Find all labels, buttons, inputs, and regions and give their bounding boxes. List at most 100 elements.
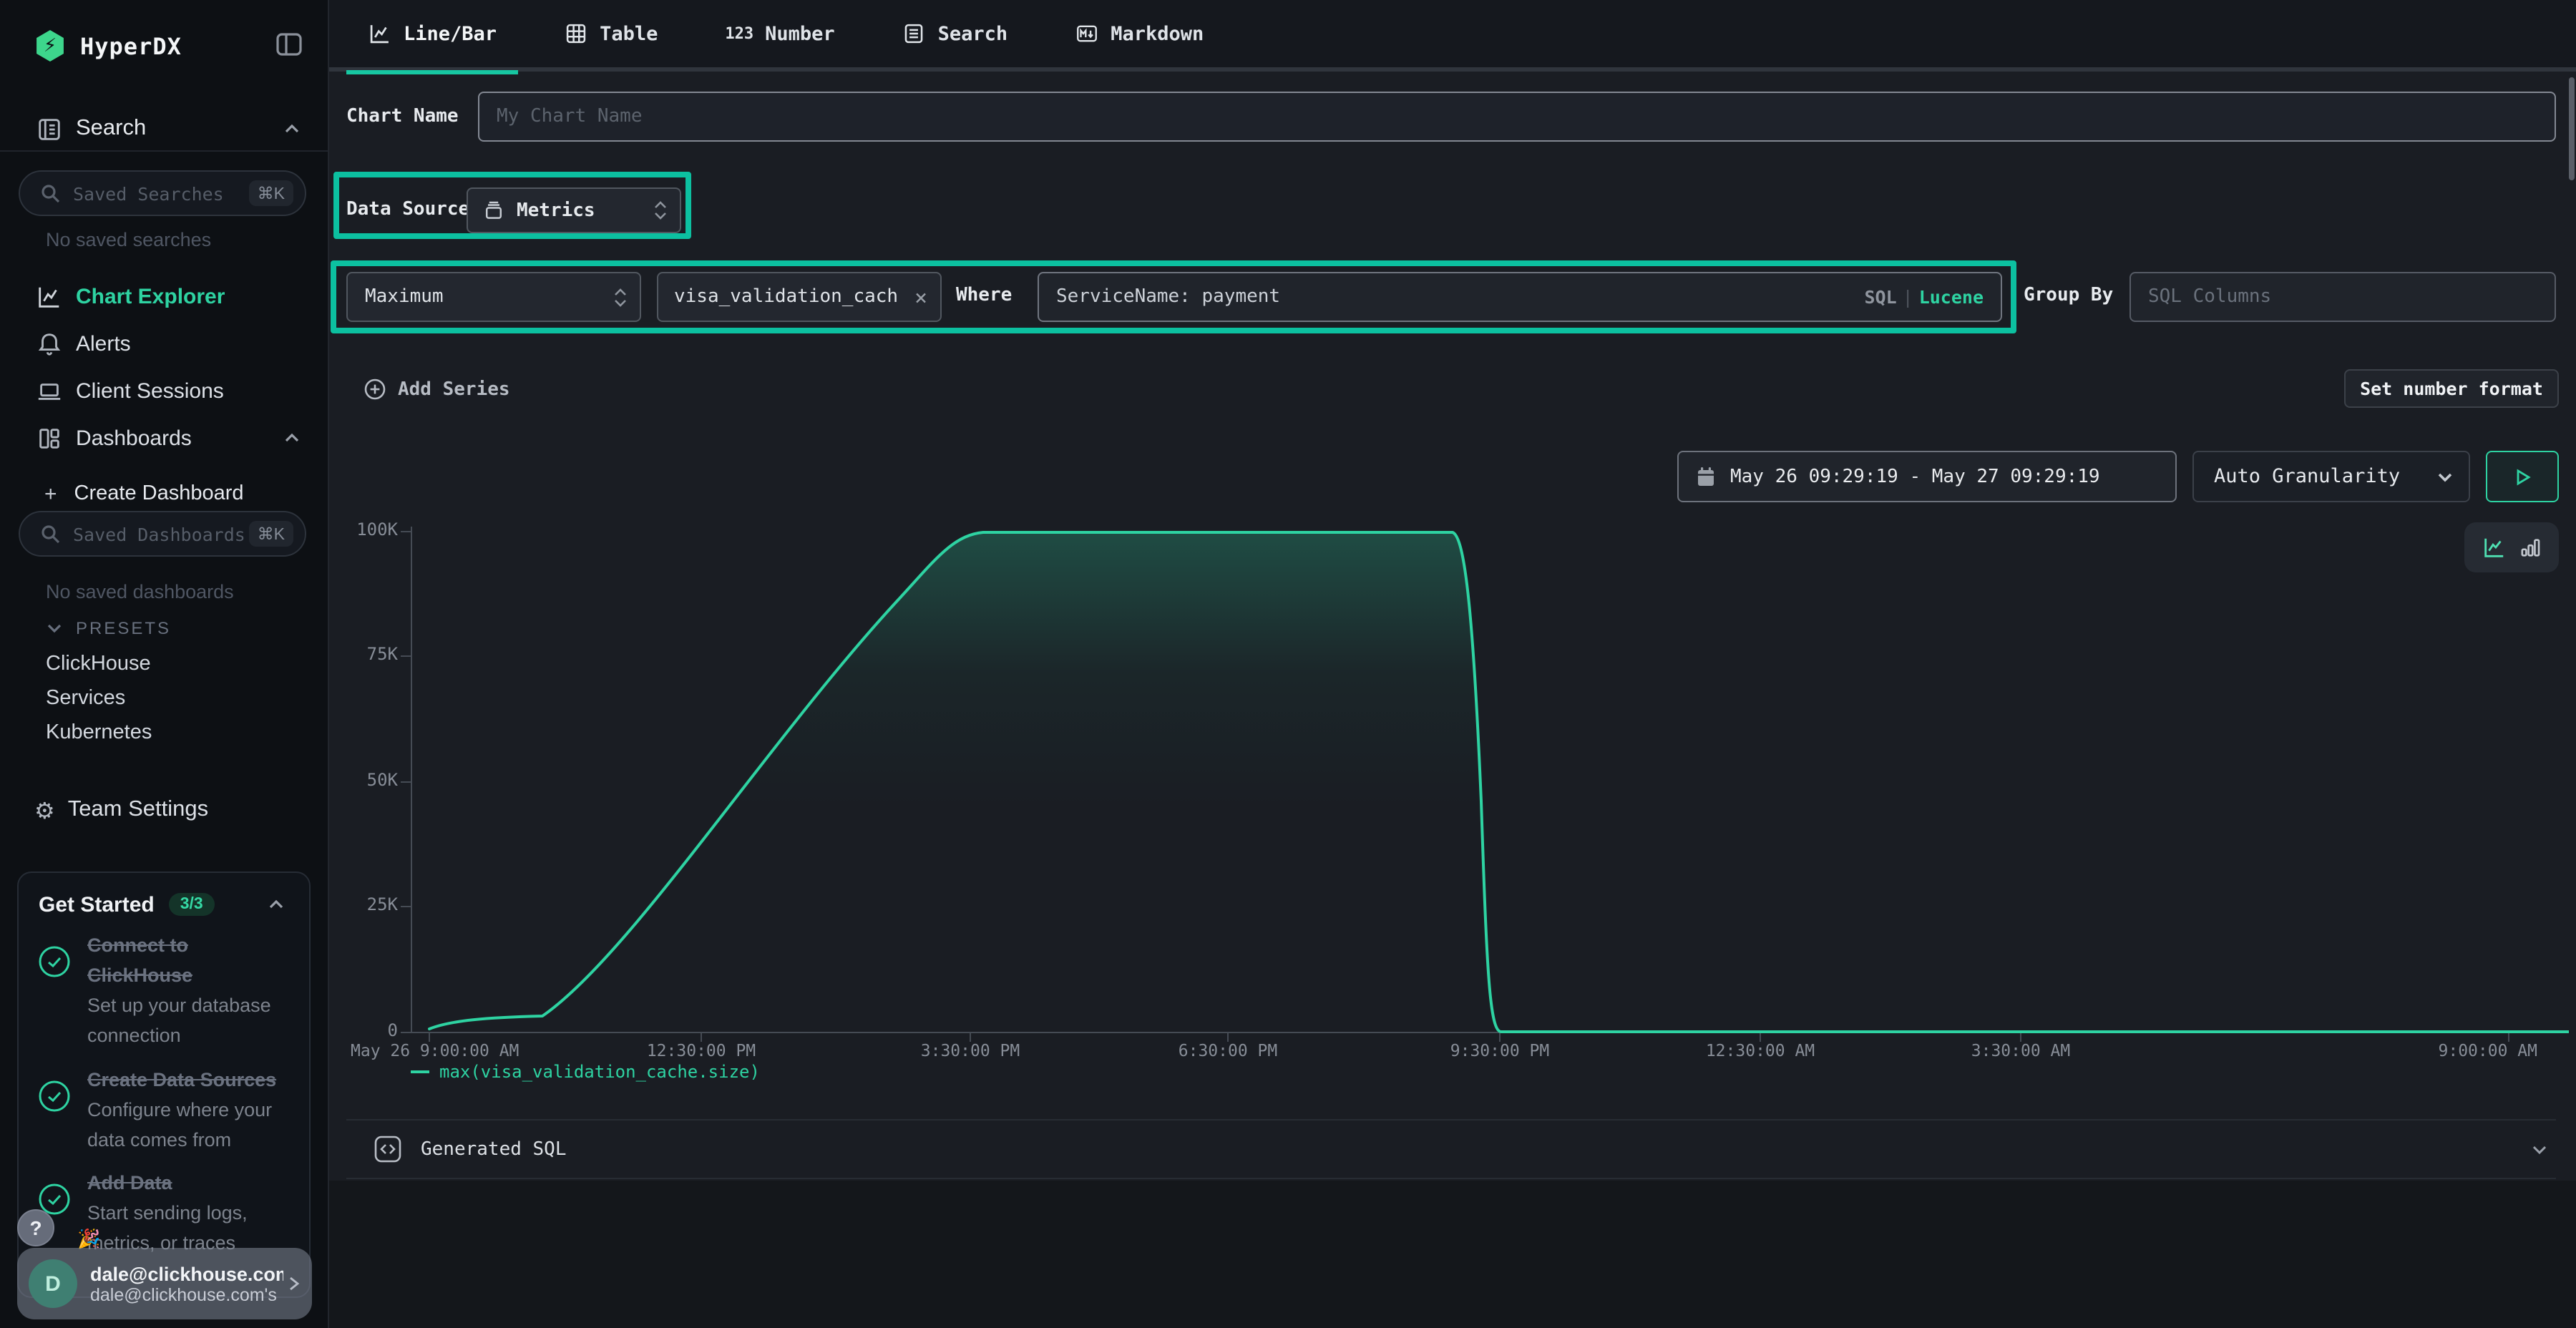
data-source-label: Data Source bbox=[346, 199, 469, 220]
group-by-input[interactable]: SQL Columns bbox=[2129, 272, 2556, 322]
collapse-sidebar-icon[interactable] bbox=[273, 29, 305, 60]
sidebar-section-dashboards[interactable]: Dashboards bbox=[0, 416, 328, 459]
chart-type-tabbar: Line/Bar Table 123 Number Search bbox=[329, 0, 2576, 72]
tab-markdown[interactable]: Markdown bbox=[1053, 0, 1225, 69]
scrollbar-thumb[interactable] bbox=[2569, 77, 2575, 180]
chevron-up-icon bbox=[282, 428, 302, 448]
where-value: ServiceName: payment bbox=[1056, 286, 1280, 308]
x-axis-tick: 12:30:00 AM bbox=[1706, 1040, 1815, 1060]
plus-circle-icon bbox=[364, 378, 386, 401]
legend-series-label: max(visa_validation_cache.size) bbox=[439, 1062, 760, 1082]
x-axis-tick: 9:30:00 PM bbox=[1450, 1040, 1550, 1060]
tab-number[interactable]: 123 Number bbox=[703, 0, 856, 69]
get-started-item[interactable]: Create Data Sources Configure where your… bbox=[37, 1065, 298, 1155]
run-query-button[interactable] bbox=[2486, 451, 2559, 502]
get-started-item[interactable]: Connect to ClickHouse Set up your databa… bbox=[37, 930, 298, 1050]
saved-searches-search[interactable]: ⌘K bbox=[19, 170, 306, 216]
get-started-item-desc: Set up your database connection bbox=[87, 990, 298, 1050]
tab-search[interactable]: Search bbox=[881, 0, 1030, 69]
select-chevrons-icon bbox=[653, 199, 668, 222]
line-chart-icon bbox=[368, 21, 392, 46]
footer-spacer bbox=[329, 1181, 2576, 1328]
chart-name-input[interactable] bbox=[478, 91, 2556, 141]
y-axis-tick: 0 bbox=[335, 1020, 398, 1040]
tab-label: Search bbox=[938, 22, 1008, 45]
sidebar-item-label: Chart Explorer bbox=[76, 284, 225, 308]
sidebar-item-alerts[interactable]: Alerts bbox=[0, 322, 328, 365]
sidebar-item-client-sessions[interactable]: Client Sessions bbox=[0, 369, 328, 412]
chart-legend[interactable]: max(visa_validation_cache.size) bbox=[411, 1062, 760, 1082]
saved-dashboards-search[interactable]: ⌘K bbox=[19, 511, 306, 557]
add-series-button[interactable]: Add Series bbox=[364, 375, 510, 404]
saved-searches-input[interactable] bbox=[73, 182, 249, 204]
preset-clickhouse[interactable]: ClickHouse bbox=[46, 653, 151, 675]
saved-dashboards-input[interactable] bbox=[73, 523, 249, 545]
close-icon[interactable]: × bbox=[914, 284, 927, 310]
chevron-down-icon bbox=[2436, 467, 2454, 486]
preset-kubernetes[interactable]: Kubernetes bbox=[46, 721, 152, 744]
get-started-title: Get Started bbox=[39, 892, 155, 917]
preset-services[interactable]: Services bbox=[46, 687, 125, 710]
data-source-select[interactable]: Metrics bbox=[467, 187, 681, 233]
search-icon bbox=[40, 524, 60, 544]
tab-table[interactable]: Table bbox=[542, 0, 679, 69]
chevron-down-icon bbox=[46, 620, 63, 637]
get-started-item[interactable]: Add Data Start sending logs, metrics, or… bbox=[37, 1168, 298, 1258]
help-button[interactable]: ? bbox=[17, 1209, 54, 1246]
presets-label: PRESETS bbox=[76, 618, 171, 638]
get-started-header[interactable]: Get Started 3/3 bbox=[39, 887, 295, 922]
x-axis-tick: May 26 9:00:00 AM bbox=[351, 1040, 519, 1060]
time-range-picker[interactable]: May 26 09:29:19 - May 27 09:29:19 bbox=[1677, 451, 2177, 502]
where-label: Where bbox=[956, 285, 1012, 306]
sql-language-option[interactable]: SQL bbox=[1864, 286, 1896, 308]
shortcut-badge: ⌘K bbox=[249, 180, 293, 206]
where-filter-input[interactable]: ServiceName: payment SQL|Lucene bbox=[1038, 272, 2002, 322]
metric-name: visa_validation_cach bbox=[674, 286, 898, 308]
sidebar-section-search[interactable]: Search bbox=[0, 109, 328, 149]
sidebar-item-chart-explorer[interactable]: Chart Explorer bbox=[0, 275, 328, 318]
get-started-panel: Get Started 3/3 Connect to ClickHouse Se… bbox=[17, 872, 311, 1298]
group-by-label: Group By bbox=[2024, 285, 2113, 306]
chart-name-label: Chart Name bbox=[346, 105, 478, 127]
query-language-toggle[interactable]: SQL|Lucene bbox=[1864, 286, 1984, 308]
generated-sql-accordion[interactable]: Generated SQL bbox=[346, 1119, 2556, 1179]
get-started-progress-badge: 3/3 bbox=[169, 893, 215, 916]
user-menu[interactable]: D dale@clickhouse.com dale@clickhouse.co… bbox=[17, 1248, 312, 1319]
bell-icon bbox=[36, 330, 63, 357]
series-area bbox=[429, 532, 2569, 1032]
code-icon bbox=[372, 1133, 404, 1165]
get-started-item-desc: Configure where your data comes from bbox=[87, 1095, 298, 1155]
x-axis-tick: 6:30:00 PM bbox=[1179, 1040, 1278, 1060]
lucene-language-option[interactable]: Lucene bbox=[1919, 286, 1984, 308]
sidebar-item-team-settings[interactable]: ⚙ Team Settings bbox=[0, 788, 328, 831]
tab-label: Number bbox=[765, 22, 835, 45]
add-series-label: Add Series bbox=[398, 379, 510, 400]
y-axis-tick: 100K bbox=[335, 519, 398, 540]
timeseries-chart[interactable] bbox=[401, 515, 2569, 1045]
granularity-select[interactable]: Auto Granularity bbox=[2192, 451, 2470, 502]
logo-text: HyperDX bbox=[80, 32, 182, 59]
chart-name-row: Chart Name bbox=[346, 90, 2556, 142]
user-workspace: dale@clickhouse.com's bbox=[90, 1284, 283, 1304]
logo: ⚡ HyperDX bbox=[0, 20, 328, 72]
x-axis-tick: 3:30:00 AM bbox=[1971, 1040, 2071, 1060]
laptop-icon bbox=[36, 377, 63, 404]
no-saved-dashboards-note: No saved dashboards bbox=[46, 581, 234, 602]
set-number-format-button[interactable]: Set number format bbox=[2344, 369, 2559, 408]
sidebar-item-label: Team Settings bbox=[68, 797, 208, 823]
sidebar-item-label: Alerts bbox=[76, 331, 131, 356]
get-started-item-title: Add Data bbox=[87, 1168, 298, 1198]
get-started-item-title: Connect to ClickHouse bbox=[87, 930, 298, 990]
presets-header[interactable]: PRESETS bbox=[46, 618, 171, 638]
main-content: Line/Bar Table 123 Number Search bbox=[329, 0, 2576, 1328]
no-saved-searches-note: No saved searches bbox=[46, 229, 211, 250]
tab-line-bar[interactable]: Line/Bar bbox=[346, 0, 518, 69]
metrics-archive-icon bbox=[482, 199, 505, 222]
search-icon bbox=[40, 183, 60, 203]
aggregation-select[interactable]: Maximum bbox=[346, 272, 641, 322]
chevron-up-icon bbox=[266, 894, 286, 914]
metric-field-chip[interactable]: visa_validation_cach × bbox=[657, 272, 942, 322]
search-section-label: Search bbox=[76, 116, 146, 142]
plus-icon: + bbox=[44, 482, 57, 506]
create-dashboard-button[interactable]: + Create Dashboard bbox=[0, 477, 328, 511]
